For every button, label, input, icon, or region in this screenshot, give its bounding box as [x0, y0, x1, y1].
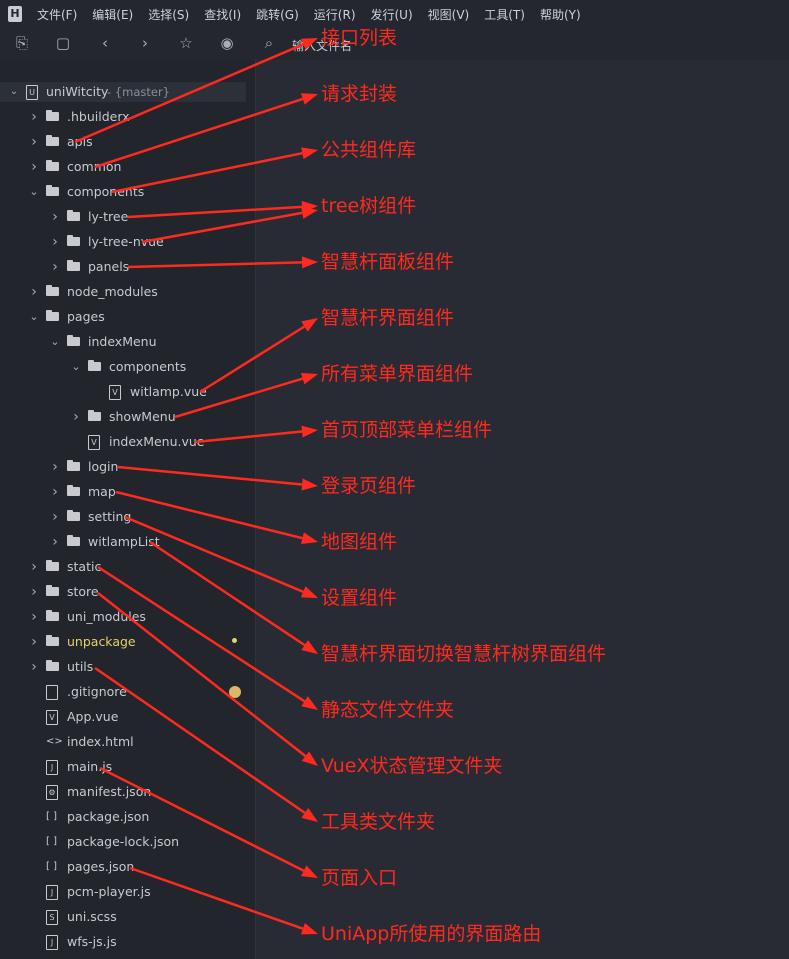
- annotation-arrow-head: [301, 256, 318, 269]
- annotation-arrow-head: [301, 147, 318, 160]
- annotation-api-list: 接口列表: [321, 27, 398, 49]
- annotation-arrow-head: [300, 93, 318, 105]
- annotation-arrow-head: [300, 923, 318, 935]
- annotation-common-components: 公共组件库: [321, 139, 417, 161]
- annotation-arrow-line: [94, 666, 306, 814]
- annotation-arrow-head: [301, 425, 318, 438]
- annotation-request-wrapper: 请求封装: [321, 83, 398, 105]
- annotation-arrow-line: [94, 97, 304, 169]
- annotation-arrow-head: [301, 640, 318, 654]
- annotation-arrow-line: [149, 540, 306, 647]
- annotation-arrow-line: [124, 515, 304, 593]
- annotation-arrow-head: [300, 372, 318, 385]
- annotation-arrow-head: [301, 478, 318, 491]
- annotation-static-folder: 静态文件文件夹: [321, 699, 455, 721]
- annotation-arrow-line: [127, 261, 303, 269]
- annotation-page-entry: 页面入口: [321, 867, 398, 889]
- annotation-top-menu-component: 首页顶部菜单栏组件: [321, 419, 493, 441]
- annotation-login-component: 登录页组件: [321, 475, 417, 497]
- annotation-arrow-line: [97, 565, 306, 703]
- annotation-arrow-head: [301, 865, 318, 878]
- annotation-arrow-line: [97, 592, 307, 758]
- annotation-arrow-head: [301, 532, 318, 544]
- annotation-arrow-line: [127, 205, 303, 219]
- annotation-menu-ui-components: 所有菜单界面组件: [321, 363, 474, 385]
- annotation-arrow-line: [129, 866, 304, 930]
- annotation-arrow-head: [301, 318, 318, 332]
- annotation-vuex-folder: VueX状态管理文件夹: [321, 755, 503, 777]
- annotation-arrow-line: [117, 465, 303, 486]
- annotation-arrow-head: [301, 807, 318, 822]
- annotation-panel-component: 智慧杆面板组件: [321, 251, 455, 273]
- annotation-arrow-head: [300, 586, 318, 598]
- annotation-arrow-line: [74, 43, 304, 144]
- annotation-arrow-head: [300, 38, 318, 50]
- annotation-settings-component: 设置组件: [321, 587, 398, 609]
- annotation-arrow-head: [301, 206, 318, 219]
- annotation-tree-component: tree树组件: [321, 195, 417, 217]
- annotation-arrow-line: [174, 377, 304, 419]
- annotation-arrow-line: [111, 151, 303, 194]
- annotation-switch-component: 智慧杆界面切换智慧杆树界面组件: [321, 643, 607, 665]
- annotation-lamp-ui-component: 智慧杆界面组件: [321, 307, 455, 329]
- annotation-arrow-line: [99, 766, 305, 872]
- annotation-utils-folder: 工具类文件夹: [321, 811, 436, 833]
- annotation-arrow-line: [141, 211, 303, 244]
- annotation-arrow-head: [301, 696, 318, 710]
- annotation-arrow-line: [115, 490, 303, 540]
- annotation-map-component: 地图组件: [321, 531, 398, 553]
- annotation-arrow-line: [194, 430, 303, 444]
- annotation-router: UniApp所使用的界面路由: [321, 923, 542, 945]
